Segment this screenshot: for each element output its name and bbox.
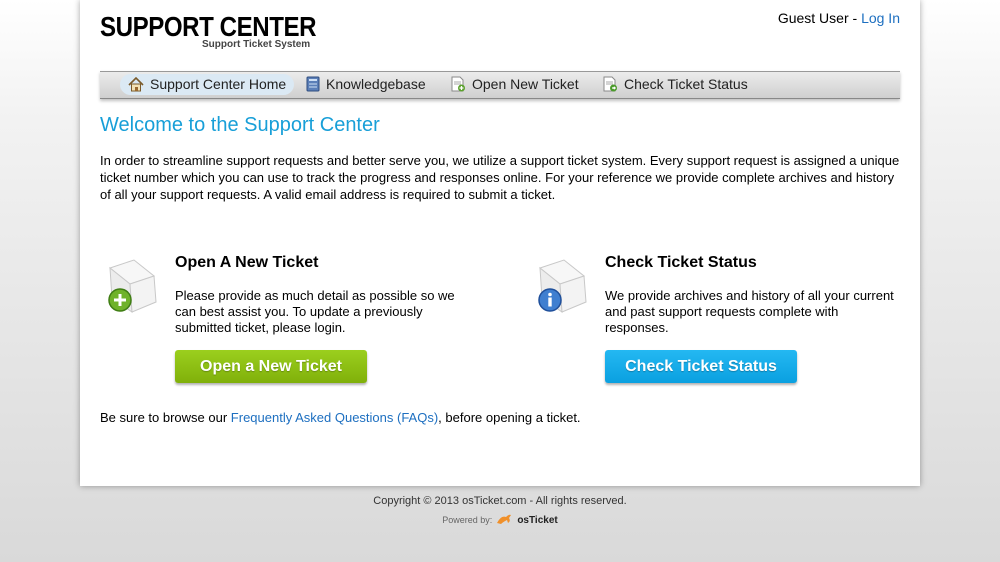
nav-item-label: Knowledgebase xyxy=(326,76,426,92)
faq-prefix: Be sure to browse our xyxy=(100,410,231,425)
powered-label: Powered by: xyxy=(442,515,493,525)
page-title: Welcome to the Support Center xyxy=(100,114,380,136)
open-ticket-icon xyxy=(108,259,157,314)
logo-subtitle: Support Ticket System xyxy=(202,39,311,50)
logo[interactable]: SUPPORT CENTER Support Ticket System xyxy=(100,11,351,51)
nav-item-label: Open New Ticket xyxy=(472,76,579,92)
check-ticket-status-button[interactable]: Check Ticket Status xyxy=(605,350,797,383)
nav-item-check-status[interactable]: Check Ticket Status xyxy=(594,74,756,95)
nav-item-label: Check Ticket Status xyxy=(624,76,748,92)
faq-suffix: , before opening a ticket. xyxy=(438,410,581,425)
check-status-heading: Check Ticket Status xyxy=(605,254,757,271)
ticket-status-icon xyxy=(603,76,617,92)
user-info: Guest User - Log In xyxy=(778,10,900,26)
new-ticket-icon xyxy=(451,76,465,92)
powered-brand: osTicket xyxy=(517,515,558,526)
open-new-ticket-button[interactable]: Open a New Ticket xyxy=(175,350,367,383)
check-status-description: We provide archives and history of all y… xyxy=(605,288,894,335)
nav-item-knowledgebase[interactable]: Knowledgebase xyxy=(298,74,434,95)
nav-item-open-ticket[interactable]: Open New Ticket xyxy=(442,74,587,95)
page-container: SUPPORT CENTER Support Ticket System Gue… xyxy=(80,0,920,486)
footer: Copyright © 2013 osTicket.com - All righ… xyxy=(0,495,1000,526)
login-link[interactable]: Log In xyxy=(861,10,900,26)
faq-link[interactable]: Frequently Asked Questions (FAQs) xyxy=(231,410,438,425)
book-icon xyxy=(306,76,320,92)
nav-item-home[interactable]: Support Center Home xyxy=(120,74,295,95)
home-icon xyxy=(128,76,144,92)
nav-item-label: Support Center Home xyxy=(150,76,287,92)
intro-text: In order to streamline support requests … xyxy=(100,153,900,202)
main-nav: Support Center Home Knowledgebase Open N… xyxy=(100,71,900,99)
check-status-info-icon xyxy=(538,259,587,314)
faq-note: Be sure to browse our Frequently Asked Q… xyxy=(100,410,581,425)
guest-user-label: Guest User - xyxy=(777,10,862,26)
logo-title: SUPPORT CENTER xyxy=(100,11,317,42)
copyright-text: Copyright © 2013 osTicket.com - All righ… xyxy=(373,495,627,507)
open-ticket-heading: Open A New Ticket xyxy=(175,254,319,271)
open-ticket-description: Please provide as much detail as possibl… xyxy=(175,288,455,335)
kangaroo-logo-icon xyxy=(496,514,511,524)
powered-by[interactable]: Powered by: osTicket xyxy=(0,513,1000,526)
